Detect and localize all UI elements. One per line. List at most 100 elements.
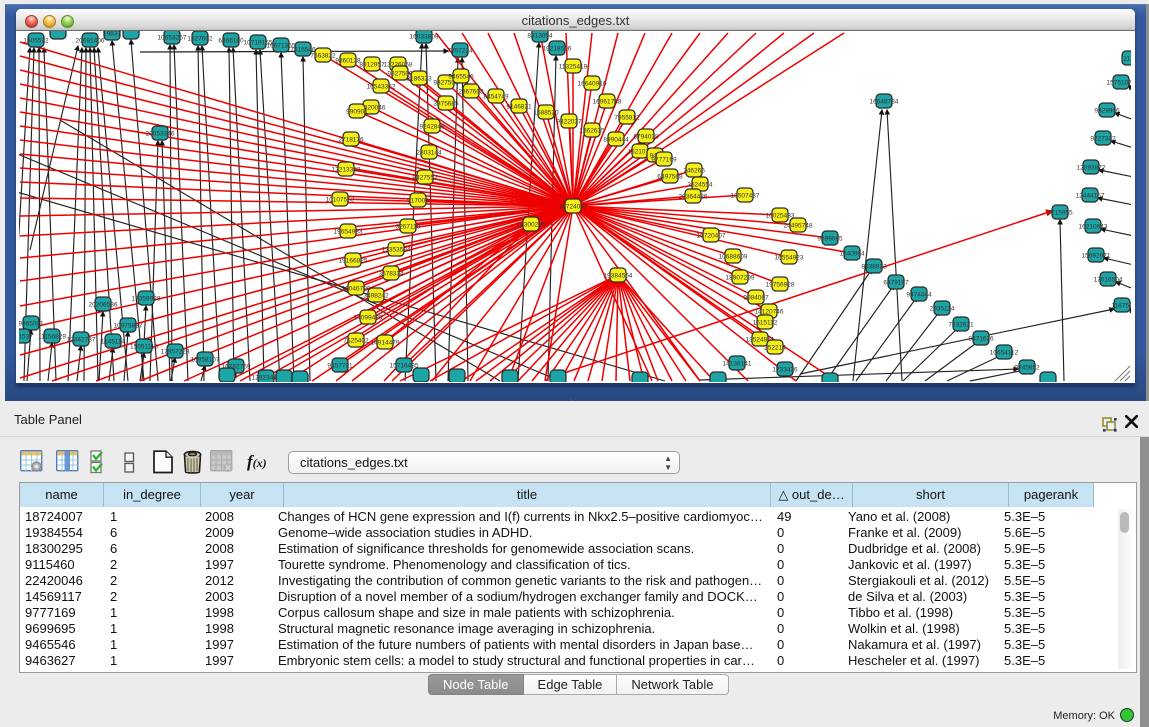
svg-text:9227342: 9227342 (1090, 136, 1116, 143)
svg-text:3267110: 3267110 (396, 224, 421, 231)
svg-text:6379197: 6379197 (883, 280, 909, 287)
svg-text:16554923: 16554923 (775, 255, 804, 262)
svg-text:10507487: 10507487 (731, 193, 760, 200)
svg-text:9427552: 9427552 (412, 175, 438, 182)
svg-text:116753: 116753 (1111, 303, 1131, 310)
svg-text:14099489: 14099489 (354, 315, 383, 322)
svg-text:17016504: 17016504 (1094, 277, 1123, 284)
svg-text:11325419: 11325419 (559, 64, 588, 71)
svg-text:20053346: 20053346 (146, 131, 175, 138)
svg-text:19218506: 19218506 (543, 46, 572, 53)
svg-text:12342737: 12342737 (67, 337, 96, 344)
svg-text:12093872: 12093872 (1077, 165, 1106, 172)
svg-text:2718176: 2718176 (338, 137, 364, 144)
svg-text:9084067: 9084067 (743, 295, 769, 302)
svg-text:252214: 252214 (764, 345, 786, 352)
svg-text:16961758: 16961758 (593, 99, 622, 106)
svg-text:6794028: 6794028 (633, 134, 659, 141)
svg-text:19756928: 19756928 (766, 282, 795, 289)
svg-text:391537: 391537 (19, 334, 33, 341)
svg-text:14136141: 14136141 (723, 361, 752, 368)
svg-text:9777169: 9777169 (651, 157, 677, 164)
svg-text:18300295: 18300295 (517, 222, 546, 229)
svg-text:3498242: 3498242 (363, 293, 389, 300)
svg-text:17957223: 17957223 (161, 349, 190, 356)
svg-text:1615112: 1615112 (753, 320, 778, 327)
svg-text:18907299: 18907299 (726, 275, 755, 282)
svg-text:16210643: 16210643 (1079, 224, 1108, 231)
svg-text:7625402: 7625402 (343, 338, 369, 345)
svg-text:3578334: 3578334 (378, 271, 404, 278)
svg-text:1505572: 1505572 (23, 38, 49, 45)
svg-text:9146821: 9146821 (506, 104, 532, 111)
svg-text:9457791: 9457791 (327, 363, 353, 370)
svg-text:12353594: 12353594 (382, 247, 411, 254)
svg-text:9242848: 9242848 (419, 124, 445, 131)
svg-text:6466160: 6466160 (218, 38, 244, 45)
svg-text:1117: 1117 (1123, 56, 1131, 63)
svg-text:917006: 917006 (407, 198, 429, 205)
svg-text:1362635: 1362635 (579, 128, 605, 135)
svg-text:8938923: 8938923 (861, 264, 887, 271)
svg-text:1588520: 1588520 (533, 110, 559, 117)
svg-text:19654983: 19654983 (334, 229, 363, 236)
svg-text:9329966: 9329966 (1094, 108, 1120, 115)
svg-text:10688609: 10688609 (719, 254, 748, 261)
svg-text:8454749: 8454749 (483, 94, 509, 101)
svg-text:2935114: 2935114 (930, 306, 955, 313)
svg-text:12213382: 12213382 (332, 167, 361, 174)
svg-text:1527602: 1527602 (187, 36, 213, 43)
svg-text:8813054: 8813054 (527, 33, 553, 40)
svg-text:16640910: 16640910 (578, 81, 607, 88)
svg-text:9465546: 9465546 (448, 74, 474, 81)
svg-text:10654112: 10654112 (990, 350, 1019, 357)
svg-text:19166825: 19166825 (339, 258, 368, 265)
svg-text:1733426: 1733426 (772, 367, 798, 374)
svg-text:19837: 19837 (103, 31, 121, 38)
svg-text:24495748: 24495748 (784, 223, 813, 230)
svg-text:16543362: 16543362 (367, 84, 396, 91)
svg-text:7857224: 7857224 (447, 48, 473, 55)
svg-text:7955812: 7955812 (614, 115, 640, 122)
svg-text:10958107: 10958107 (191, 357, 220, 364)
svg-text:9322037: 9322037 (556, 119, 582, 126)
svg-text:15051115: 15051115 (130, 344, 158, 351)
svg-text:8471626: 8471626 (968, 336, 994, 343)
svg-text:2367608: 2367608 (458, 89, 484, 96)
svg-text:10025433: 10025433 (766, 213, 795, 220)
svg-text:10107552: 10107552 (326, 197, 355, 204)
svg-text:3624554: 3624554 (687, 182, 713, 189)
svg-text:15720407: 15720407 (697, 233, 726, 240)
svg-text:10975887: 10975887 (114, 323, 143, 330)
svg-text:2803144: 2803144 (416, 150, 442, 157)
svg-text:746266: 746266 (683, 168, 705, 175)
svg-text:9860128: 9860128 (335, 58, 361, 65)
svg-text:3215955: 3215955 (1047, 210, 1073, 217)
svg-text:12444157: 12444157 (1076, 193, 1105, 200)
svg-text:8990444: 8990444 (603, 137, 629, 144)
svg-text:14914479: 14914479 (371, 340, 400, 347)
svg-text:16648784: 16648784 (870, 99, 899, 106)
svg-text:9245652: 9245652 (1014, 365, 1040, 372)
svg-text:19384554: 19384554 (604, 273, 633, 280)
svg-text:15692971: 15692971 (1082, 253, 1111, 260)
svg-text:9365001: 9365001 (19, 321, 44, 328)
svg-text:9474444: 9474444 (906, 292, 932, 299)
svg-text:3875685: 3875685 (433, 101, 459, 108)
svg-text:8912957: 8912957 (359, 62, 385, 69)
svg-text:1640954: 1640954 (839, 251, 865, 258)
svg-text:20691406: 20691406 (76, 38, 105, 45)
svg-text:20206536: 20206536 (89, 302, 118, 309)
svg-text:15751074: 15751074 (1107, 80, 1131, 87)
svg-text:10653257: 10653257 (158, 35, 187, 42)
svg-text:10046790: 10046790 (342, 286, 371, 293)
svg-text:11156829: 11156829 (38, 334, 66, 341)
svg-text:17359928: 17359928 (132, 296, 161, 303)
svg-text:6497568: 6497568 (657, 174, 683, 181)
svg-text:18724007: 18724007 (559, 204, 588, 211)
svg-text:20364436: 20364436 (679, 194, 708, 201)
svg-text:16033809: 16033809 (410, 34, 439, 41)
svg-text:1145114: 1145114 (101, 339, 126, 346)
svg-text:8186323: 8186323 (406, 76, 432, 83)
svg-text:990901: 990901 (346, 109, 368, 116)
